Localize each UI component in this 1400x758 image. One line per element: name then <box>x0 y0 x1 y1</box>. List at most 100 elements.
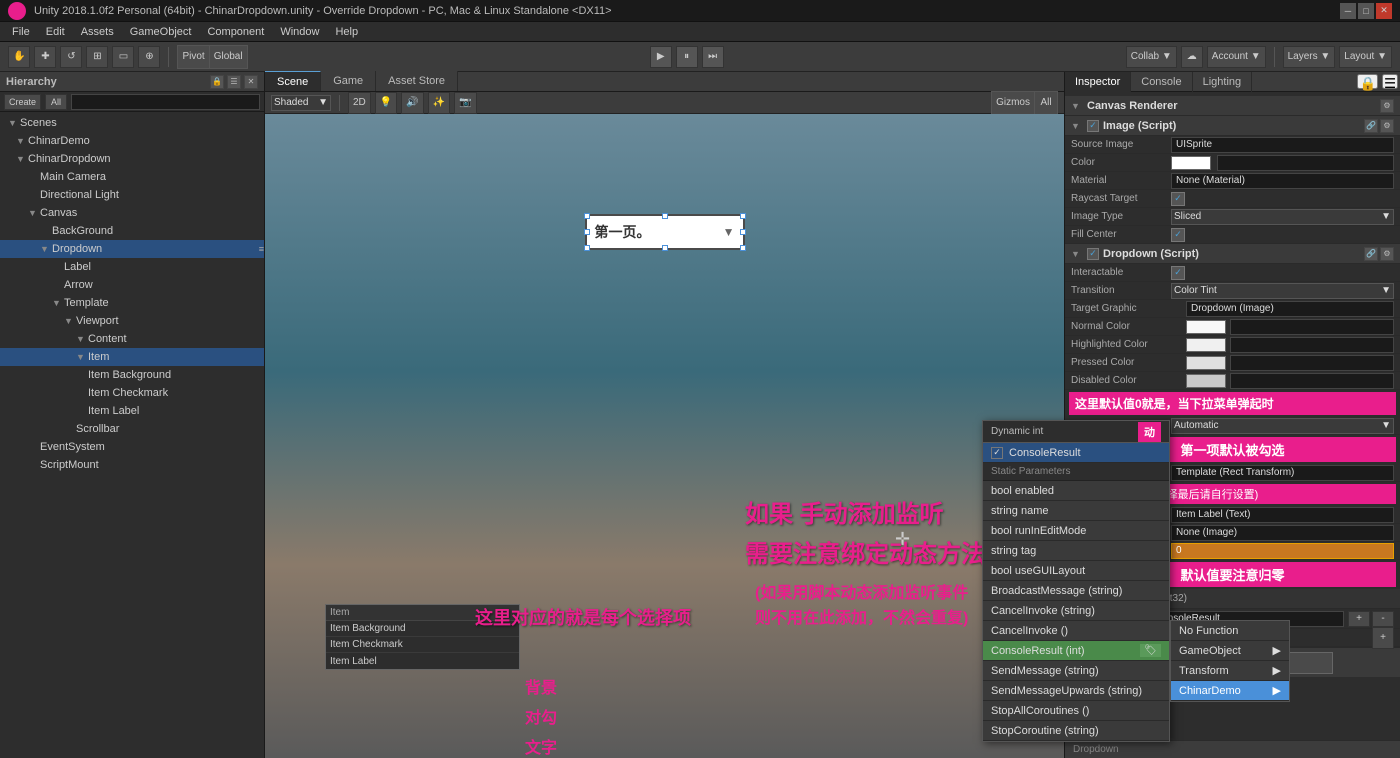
image-type-select[interactable]: Sliced ▼ <box>1171 209 1394 225</box>
handle-tl[interactable] <box>584 213 590 219</box>
canvas-renderer-header[interactable]: ▼ Canvas Renderer ⚙ <box>1065 96 1400 116</box>
dd-bool-run[interactable]: bool runInEditMode <box>983 521 1169 541</box>
add-entry-button[interactable]: + <box>1372 627 1394 649</box>
move-tool[interactable]: ✚ <box>34 46 56 68</box>
layers-button[interactable]: Layers ▼ <box>1283 46 1336 68</box>
rsm-gameobject[interactable]: GameObject ▶ <box>1171 641 1289 661</box>
chinar-demo-item[interactable]: ▼ ChinarDemo <box>0 132 264 150</box>
console-tab[interactable]: Console <box>1131 72 1192 92</box>
source-image-value[interactable]: UISprite <box>1171 137 1394 153</box>
item-item[interactable]: ▼ Item <box>0 348 264 366</box>
background-item[interactable]: BackGround <box>0 222 264 240</box>
item-text-value[interactable]: Item Label (Text) <box>1171 507 1394 523</box>
canvas-item[interactable]: ▼ Canvas <box>0 204 264 222</box>
dd-cancel-void[interactable]: CancelInvoke () <box>983 621 1169 641</box>
directional-light-item[interactable]: Directional Light <box>0 186 264 204</box>
rsm-chinar-demo[interactable]: ChinarDemo ▶ <box>1171 681 1289 701</box>
pivot-button[interactable]: Pivot <box>178 46 209 68</box>
menu-gameobject[interactable]: GameObject <box>122 24 200 40</box>
dd-send-msg[interactable]: SendMessage (string) <box>983 661 1169 681</box>
target-graphic-value[interactable]: Dropdown (Image) <box>1186 301 1394 317</box>
play-button[interactable]: ▶ <box>650 46 672 68</box>
rsm-transform[interactable]: Transform ▶ <box>1171 661 1289 681</box>
dd-cancel-string[interactable]: CancelInvoke (string) <box>983 601 1169 621</box>
handle-br[interactable] <box>740 245 746 251</box>
pressed-color-swatch[interactable] <box>1186 356 1226 370</box>
item-label-item[interactable]: Item Label <box>0 402 264 420</box>
create-button[interactable]: Create <box>4 94 41 110</box>
asset-store-tab[interactable]: Asset Store <box>376 71 458 91</box>
dropdown-script-header[interactable]: ▼ ✓ Dropdown (Script) 🔗 ⚙ <box>1065 244 1400 264</box>
menu-window[interactable]: Window <box>272 24 327 40</box>
dd-string-name[interactable]: string name <box>983 501 1169 521</box>
handle-bc[interactable] <box>662 245 668 251</box>
image-script-header[interactable]: ▼ ✓ Image (Script) 🔗 ⚙ <box>1065 116 1400 136</box>
content-item[interactable]: ▼ Content <box>0 330 264 348</box>
pause-button[interactable]: ⏸ <box>676 46 698 68</box>
handle-bl[interactable] <box>584 245 590 251</box>
rsm-no-function[interactable]: No Function <box>1171 621 1289 641</box>
dropdown-link[interactable]: 🔗 <box>1364 247 1378 261</box>
template-item[interactable]: ▼ Template <box>0 294 264 312</box>
chinar-dropdown-item[interactable]: ▼ ChinarDropdown <box>0 150 264 168</box>
transition-select[interactable]: Color Tint ▼ <box>1171 283 1394 299</box>
account-button[interactable]: Account ▼ <box>1207 46 1266 68</box>
shaded-select[interactable]: Shaded▼ <box>271 95 331 111</box>
menu-component[interactable]: Component <box>199 24 272 40</box>
dd-bool-gui[interactable]: bool useGUILayout <box>983 561 1169 581</box>
hierarchy-lock[interactable]: 🔒 <box>210 75 224 89</box>
hierarchy-search-input[interactable] <box>71 94 260 110</box>
scene-camera[interactable]: 📷 <box>454 92 476 114</box>
close-button[interactable]: ✕ <box>1376 3 1392 19</box>
cloud-button[interactable]: ☁ <box>1181 46 1203 68</box>
handle-mr[interactable] <box>740 229 746 235</box>
fx-button[interactable]: ✨ <box>428 92 450 114</box>
arrow-item[interactable]: Arrow <box>0 276 264 294</box>
fill-center-checkbox[interactable]: ✓ <box>1171 228 1185 242</box>
game-tab[interactable]: Game <box>321 71 376 91</box>
navigation-select[interactable]: Automatic ▼ <box>1171 418 1394 434</box>
inspector-menu[interactable]: ☰ <box>1382 74 1398 89</box>
menu-help[interactable]: Help <box>327 24 366 40</box>
dd-broadcast[interactable]: BroadcastMessage (string) <box>983 581 1169 601</box>
dd-console-result-item[interactable]: ✓ ConsoleResult <box>983 443 1169 463</box>
image-settings[interactable]: ⚙ <box>1380 119 1394 133</box>
dd-send-up[interactable]: SendMessageUpwards (string) <box>983 681 1169 701</box>
disabled-color-value[interactable] <box>1230 373 1394 389</box>
step-button[interactable]: ⏭ <box>702 46 724 68</box>
collab-button[interactable]: Collab ▼ <box>1126 46 1177 68</box>
2d-button[interactable]: 2D <box>348 92 371 114</box>
scene-dropdown-widget[interactable]: 第一页。 ▼ <box>585 214 745 250</box>
hierarchy-close[interactable]: ✕ <box>244 75 258 89</box>
dd-stop-all[interactable]: StopAllCoroutines () <box>983 701 1169 721</box>
normal-color-swatch[interactable] <box>1186 320 1226 334</box>
scrollbar-item[interactable]: Scrollbar <box>0 420 264 438</box>
dropdown-item[interactable]: ▼ Dropdown ≡ <box>0 240 264 258</box>
handle-ml[interactable] <box>584 229 590 235</box>
main-camera-item[interactable]: Main Camera <box>0 168 264 186</box>
all-scene-button[interactable]: All <box>1035 92 1057 114</box>
highlighted-color-value[interactable] <box>1230 337 1394 353</box>
eventsystem-item[interactable]: EventSystem <box>0 438 264 456</box>
entry-add[interactable]: + <box>1348 611 1370 627</box>
highlighted-color-swatch[interactable] <box>1186 338 1226 352</box>
inspector-tab[interactable]: Inspector <box>1065 72 1131 92</box>
lighting-tab[interactable]: Lighting <box>1193 72 1253 92</box>
viewport-item[interactable]: ▼ Viewport <box>0 312 264 330</box>
global-button[interactable]: Global <box>210 46 247 68</box>
raycast-checkbox[interactable]: ✓ <box>1171 192 1185 206</box>
template-value[interactable]: Template (Rect Transform) <box>1171 465 1394 481</box>
color-swatch[interactable] <box>1171 156 1211 170</box>
item-background-item[interactable]: Item Background <box>0 366 264 384</box>
item-image-value[interactable]: None (Image) <box>1171 525 1394 541</box>
disabled-color-swatch[interactable] <box>1186 374 1226 388</box>
value-input[interactable]: 0 <box>1171 543 1394 559</box>
dd-bool-enabled[interactable]: bool enabled <box>983 481 1169 501</box>
scale-tool[interactable]: ⊞ <box>86 46 108 68</box>
maximize-button[interactable]: □ <box>1358 3 1374 19</box>
comp-settings[interactable]: ⚙ <box>1380 99 1394 113</box>
menu-assets[interactable]: Assets <box>73 24 122 40</box>
gizmos-button[interactable]: Gizmos <box>992 92 1035 114</box>
normal-color-value[interactable] <box>1230 319 1394 335</box>
dropdown-settings[interactable]: ⚙ <box>1380 247 1394 261</box>
